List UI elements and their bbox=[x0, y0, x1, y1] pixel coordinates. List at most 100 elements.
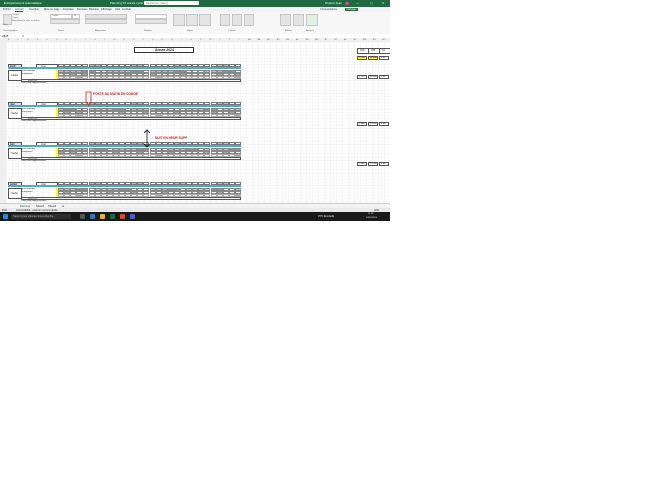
sheet-title-cell: Année 2024 bbox=[134, 47, 194, 53]
sort-filter-icon[interactable] bbox=[280, 14, 291, 26]
menu-item-mise-en-page[interactable]: Mise en page bbox=[44, 8, 60, 11]
column-letter[interactable]: X bbox=[219, 39, 220, 41]
user-name[interactable]: Dupont Jean bbox=[325, 1, 342, 5]
yellow-marker bbox=[56, 108, 58, 117]
teams-taskbar-icon[interactable] bbox=[130, 214, 135, 219]
column-letter[interactable]: R bbox=[162, 39, 163, 41]
column-letter[interactable]: AG bbox=[306, 39, 309, 41]
cadre-cell: Cadre bbox=[8, 108, 22, 119]
column-letter[interactable]: Y bbox=[229, 39, 230, 41]
column-letter[interactable]: AI bbox=[325, 39, 327, 41]
column-letter[interactable]: S bbox=[171, 39, 172, 41]
close-icon[interactable]: ✕ bbox=[382, 1, 385, 5]
column-letter[interactable]: E bbox=[37, 39, 38, 41]
menu-item-donnees[interactable]: Données bbox=[77, 8, 87, 11]
column-letter[interactable]: L bbox=[104, 39, 105, 41]
menu-item-affichage[interactable]: Affichage bbox=[101, 8, 112, 11]
column-letter[interactable]: AK bbox=[344, 39, 347, 41]
windows-start-icon[interactable] bbox=[3, 214, 8, 219]
menu-item-acrobat[interactable]: Acrobat bbox=[122, 8, 131, 11]
clock-date[interactable]: 10/10/2024 bbox=[366, 217, 377, 220]
column-letter[interactable]: B bbox=[8, 39, 9, 41]
column-letter[interactable]: AD bbox=[277, 39, 280, 41]
task-view-icon[interactable] bbox=[80, 214, 85, 219]
column-letter[interactable]: W bbox=[210, 39, 212, 41]
column-letter[interactable]: U bbox=[190, 39, 191, 41]
column-letter[interactable]: AO bbox=[382, 39, 385, 41]
column-letter[interactable]: I bbox=[75, 39, 76, 41]
column-letter[interactable]: N bbox=[123, 39, 124, 41]
alignment-row-2[interactable] bbox=[85, 19, 127, 24]
weather-widget[interactable]: 15°C Ensoleillé bbox=[318, 215, 334, 218]
cadre-label: Cadre bbox=[11, 152, 19, 155]
font-style-buttons[interactable] bbox=[50, 19, 80, 24]
total-value: 20,000 bbox=[370, 123, 377, 126]
column-letter[interactable]: C bbox=[18, 39, 19, 41]
total-cell: 36,000 bbox=[368, 75, 378, 79]
conges-row bbox=[21, 117, 241, 120]
find-select-icon[interactable] bbox=[293, 14, 304, 26]
font-name-value: Calibri bbox=[52, 15, 59, 18]
column-letter[interactable]: AC bbox=[267, 39, 270, 41]
copy-button[interactable]: Copier bbox=[12, 17, 18, 19]
menu-item-formules[interactable]: Formules bbox=[63, 8, 74, 11]
analyze-data-icon[interactable] bbox=[306, 14, 318, 26]
cut-button[interactable]: Couper bbox=[12, 14, 19, 16]
column-letter[interactable]: K bbox=[94, 39, 95, 41]
column-letter[interactable]: P bbox=[142, 39, 143, 41]
column-letter[interactable]: AN bbox=[373, 39, 376, 41]
taskbar-search-placeholder: Taper ici pour effectuer une recherche bbox=[13, 215, 54, 218]
column-letter[interactable]: J bbox=[85, 39, 86, 41]
number-format-buttons[interactable] bbox=[135, 19, 167, 24]
menu-item-insertion[interactable]: Insertion bbox=[29, 8, 39, 11]
column-letter[interactable]: AB bbox=[258, 39, 261, 41]
conges-row bbox=[21, 197, 241, 200]
column-letter[interactable]: AA bbox=[248, 39, 251, 41]
column-letter[interactable]: G bbox=[56, 39, 58, 41]
column-letter[interactable]: F bbox=[46, 39, 47, 41]
menu-item-revision[interactable]: Révision bbox=[89, 8, 99, 11]
column-letter[interactable]: H bbox=[66, 39, 67, 41]
column-letter[interactable]: Q bbox=[152, 39, 154, 41]
conditional-format-icon[interactable] bbox=[173, 14, 185, 26]
search-box[interactable]: Rechercher (Alt+Q) bbox=[144, 1, 199, 5]
share-button[interactable]: Partager bbox=[345, 8, 358, 11]
format-as-table-icon[interactable] bbox=[186, 14, 198, 26]
column-letter[interactable]: AM bbox=[363, 39, 366, 41]
total-cell: 96,000 bbox=[368, 56, 378, 60]
maximize-icon[interactable]: ▢ bbox=[370, 1, 373, 5]
excel-taskbar-icon[interactable] bbox=[110, 214, 115, 219]
edge-icon[interactable] bbox=[90, 214, 95, 219]
cell-styles-icon[interactable] bbox=[199, 14, 211, 26]
total-value: 9,00 bbox=[381, 76, 386, 79]
column-letter[interactable]: AL bbox=[354, 39, 356, 41]
outlook-taskbar-icon[interactable] bbox=[120, 214, 125, 219]
column-letter[interactable]: D bbox=[27, 39, 28, 41]
row-label: changement bbox=[21, 191, 33, 193]
search-placeholder: Rechercher (Alt+Q) bbox=[146, 1, 169, 5]
column-letter[interactable]: T bbox=[181, 39, 182, 41]
format-cells-icon[interactable] bbox=[244, 14, 254, 26]
column-letter[interactable]: M bbox=[114, 39, 116, 41]
column-letter[interactable]: AH bbox=[315, 39, 318, 41]
column-letter[interactable]: AE bbox=[286, 39, 289, 41]
total-value: 22,000 bbox=[370, 163, 377, 166]
comments-button[interactable]: Commentaires bbox=[320, 8, 337, 11]
column-letter[interactable]: Z bbox=[238, 39, 239, 41]
format-painter-button[interactable]: Reproduire la mise en forme bbox=[12, 20, 40, 22]
spreadsheet-grid[interactable]: Année 2024 400 405 42 avrilJourCadrecycl… bbox=[6, 42, 390, 203]
minimize-icon[interactable]: — bbox=[356, 1, 359, 5]
taskbar-search[interactable]: Taper ici pour effectuer une recherche bbox=[11, 214, 71, 219]
paste-button[interactable]: Coller bbox=[2, 24, 8, 26]
column-letter[interactable]: AF bbox=[296, 39, 299, 41]
menu-item-fichier[interactable]: Fichier bbox=[3, 8, 11, 11]
column-letter[interactable]: AJ bbox=[334, 39, 336, 41]
delete-cells-icon[interactable] bbox=[232, 14, 242, 26]
column-letter[interactable]: V bbox=[200, 39, 201, 41]
file-explorer-icon[interactable] bbox=[100, 214, 105, 219]
column-letter[interactable]: O bbox=[133, 39, 135, 41]
insert-cells-icon[interactable] bbox=[220, 14, 230, 26]
annotation-arrow-1 bbox=[85, 91, 92, 107]
avatar[interactable] bbox=[345, 1, 349, 5]
menu-item-aide[interactable]: Aide bbox=[115, 8, 120, 11]
